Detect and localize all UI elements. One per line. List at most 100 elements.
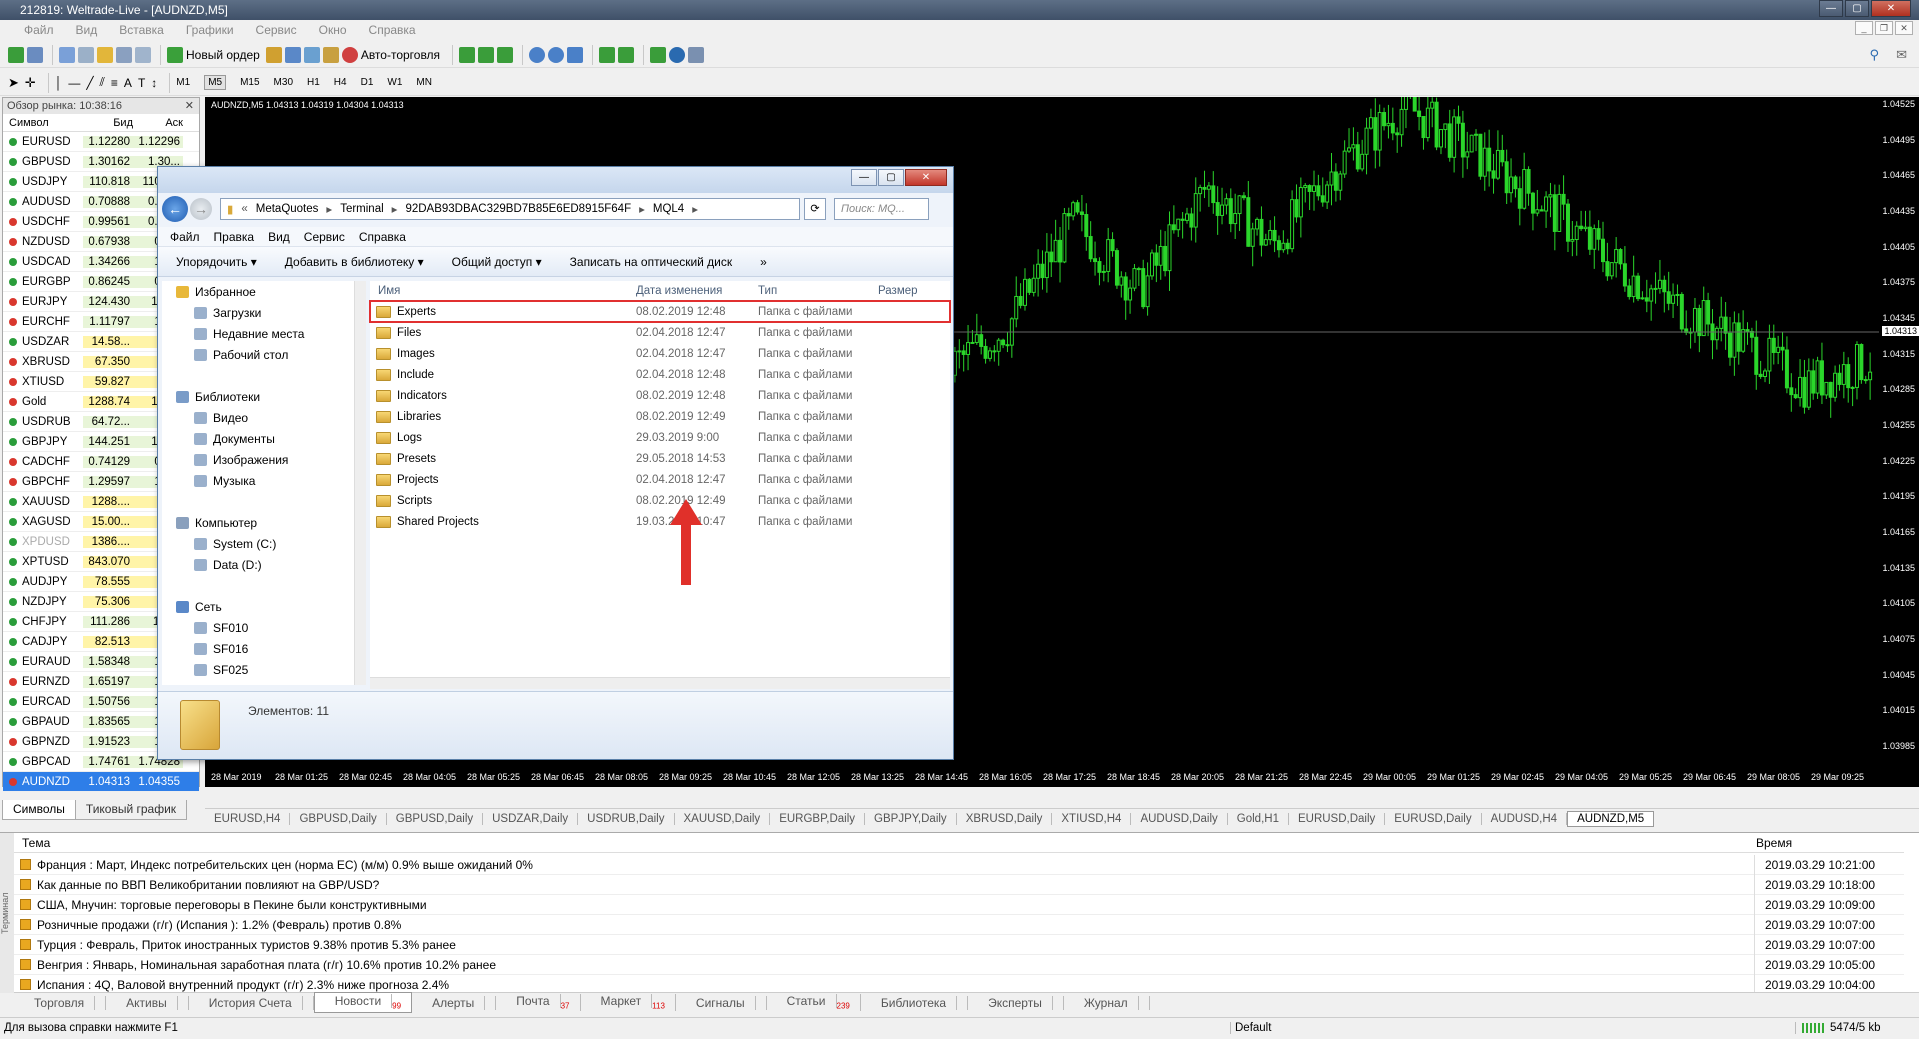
tester-icon[interactable] <box>135 46 151 63</box>
chart-tab[interactable]: Gold,H1 <box>1228 812 1289 825</box>
nav-item[interactable]: Видео <box>162 407 358 428</box>
explorer-close-button[interactable]: ✕ <box>905 169 947 186</box>
market-row[interactable]: AUDNZD 1.04313 1.04355 <box>3 772 199 792</box>
market-icon[interactable] <box>303 46 320 63</box>
mdi-minimize-icon[interactable]: _ <box>1855 21 1873 35</box>
profiles-icon[interactable] <box>27 46 43 63</box>
path-chevron-icon[interactable]: ▸ <box>392 202 398 216</box>
close-button[interactable]: ✕ <box>1871 0 1911 17</box>
nav-scrollbar[interactable] <box>354 281 366 685</box>
explorer-maximize-button[interactable]: ▢ <box>878 169 904 186</box>
explorer-menu-item[interactable]: Вид <box>268 230 290 244</box>
timeframe-m1[interactable]: M1 <box>176 77 190 88</box>
nav-item[interactable]: Музыка <box>162 470 358 491</box>
path-segment[interactable]: MetaQuotes <box>256 203 319 215</box>
nav-item[interactable]: SF016 <box>162 638 358 659</box>
autotrading-button[interactable]: Авто-торговля <box>341 44 440 66</box>
menu-item[interactable]: Графики <box>186 23 234 37</box>
chat-icon[interactable]: ✉ <box>1896 47 1907 63</box>
terminal-tab[interactable]: Статьи 239 <box>767 994 861 1011</box>
folder-row[interactable]: Projects 02.04.2018 12:47 Папка с файлами <box>370 469 950 490</box>
folder-row[interactable]: Logs 29.03.2019 9:00 Папка с файлами <box>370 427 950 448</box>
nav-item[interactable]: Избранное <box>162 281 358 302</box>
chart-tab[interactable]: XBRUSD,Daily <box>957 812 1053 825</box>
nav-item[interactable]: SF010 <box>162 617 358 638</box>
chart-tab[interactable]: AUDUSD,Daily <box>1131 812 1228 825</box>
chart-shift-icon[interactable] <box>618 46 635 63</box>
nav-item[interactable]: Недавние места <box>162 323 358 344</box>
arrows-icon[interactable]: ↕ <box>151 72 157 94</box>
timeframe-m30[interactable]: M30 <box>274 77 293 88</box>
explorer-minimize-button[interactable]: — <box>851 169 877 186</box>
col-name[interactable]: Имя <box>370 285 636 297</box>
line-chart-icon[interactable] <box>497 46 514 63</box>
terminal-icon[interactable] <box>116 46 132 63</box>
forward-button[interactable]: → <box>190 198 212 220</box>
terminal-tab[interactable]: Журнал <box>1064 995 1150 1010</box>
zoom-out-icon[interactable] <box>548 46 565 63</box>
zoom-in-icon[interactable] <box>529 46 546 63</box>
news-row[interactable]: Розничные продажи (г/г) (Испания ): 1.2%… <box>14 914 1904 935</box>
path-chevron-icon[interactable]: ▸ <box>692 202 698 216</box>
text-label-icon[interactable]: T <box>138 72 145 94</box>
indicators-icon[interactable] <box>650 46 667 63</box>
nav-item[interactable]: Сеть <box>162 596 358 617</box>
news-row[interactable]: Венгрия : Январь, Номинальная заработная… <box>14 954 1904 975</box>
timeframe-h1[interactable]: H1 <box>307 77 320 88</box>
news-row[interactable]: США, Мнучин: торговые переговоры в Пекин… <box>14 894 1904 915</box>
menu-item[interactable]: Окно <box>319 23 347 37</box>
menu-item[interactable]: Справка <box>369 23 416 37</box>
search-input[interactable]: Поиск: MQ... <box>834 198 929 220</box>
command-button[interactable]: Записать на оптический диск <box>570 255 733 269</box>
mw-tab[interactable]: Тиковый график <box>74 800 188 820</box>
navigator-icon[interactable] <box>97 46 113 63</box>
mdi-close-icon[interactable]: ✕ <box>1895 21 1913 35</box>
templates-icon[interactable] <box>688 46 705 63</box>
autoscroll-icon[interactable] <box>599 46 616 63</box>
market-watch-icon[interactable] <box>59 46 75 63</box>
menu-item[interactable]: Сервис <box>256 23 297 37</box>
folder-row[interactable]: Scripts 08.02.2019 12:49 Папка с файлами <box>370 490 950 511</box>
search-icon[interactable]: ⚲ <box>1869 47 1879 63</box>
channel-icon[interactable]: ⫽ <box>100 72 105 94</box>
new-chart-icon[interactable] <box>8 46 24 63</box>
explorer-menu-item[interactable]: Сервис <box>304 230 345 244</box>
fibo-icon[interactable]: ≡ <box>111 72 118 94</box>
col-date[interactable]: Дата изменения <box>636 285 758 297</box>
chart-tab[interactable]: XTIUSD,H4 <box>1052 812 1132 825</box>
terminal-tab[interactable]: Сигналы <box>676 995 767 1010</box>
chart-tab[interactable]: USDZAR,Daily <box>483 812 579 825</box>
chart-tab[interactable]: XAUUSD,Daily <box>675 812 771 825</box>
news-row[interactable]: Турция : Февраль, Приток иностранных тур… <box>14 934 1904 955</box>
folder-row[interactable]: Indicators 08.02.2019 12:48 Папка с файлам… <box>370 385 950 406</box>
nav-item[interactable]: Рабочий стол <box>162 344 358 365</box>
col-time[interactable]: Время <box>1746 836 1896 850</box>
chart-tab[interactable]: EURUSD,H4 <box>205 812 291 825</box>
folder-row[interactable]: Files 02.04.2018 12:47 Папка с файлами <box>370 322 950 343</box>
new-order-button[interactable]: Новый ордер <box>167 44 260 66</box>
chart-tab[interactable]: EURUSD,Daily <box>1385 812 1482 825</box>
explorer-menu-item[interactable]: Правка <box>214 230 255 244</box>
minimize-button[interactable]: — <box>1819 0 1843 17</box>
col-symbol[interactable]: Символ <box>3 114 83 131</box>
timeframe-m5[interactable]: M5 <box>204 75 227 90</box>
nav-item[interactable]: SF025 <box>162 659 358 680</box>
market-row[interactable]: EURUSD 1.12280 1.12296 <box>3 132 199 152</box>
timeframe-d1[interactable]: D1 <box>361 77 374 88</box>
chart-tab[interactable]: GBPJPY,Daily <box>865 812 957 825</box>
nav-item[interactable]: Документы <box>162 428 358 449</box>
nav-item[interactable]: Загрузки <box>162 302 358 323</box>
chart-tab[interactable]: GBPUSD,Daily <box>290 812 387 825</box>
refresh-button[interactable]: ⟳ <box>804 198 826 220</box>
command-button[interactable]: » <box>760 255 767 269</box>
terminal-tab[interactable]: Новости 99 <box>313 992 413 1013</box>
terminal-tab[interactable]: Алерты <box>412 995 497 1010</box>
col-topic[interactable]: Тема <box>22 836 50 850</box>
path-segment[interactable]: 92DAB93DBAC329BD7B85E6ED8915F64F <box>405 203 631 215</box>
terminal-tab[interactable]: Торговля <box>14 995 107 1010</box>
community-icon[interactable] <box>322 46 339 63</box>
close-icon[interactable]: ✕ <box>185 98 194 114</box>
text-icon[interactable]: A <box>124 72 132 94</box>
chart-tab[interactable]: USDRUB,Daily <box>578 812 675 825</box>
nav-item[interactable]: System (C:) <box>162 533 358 554</box>
